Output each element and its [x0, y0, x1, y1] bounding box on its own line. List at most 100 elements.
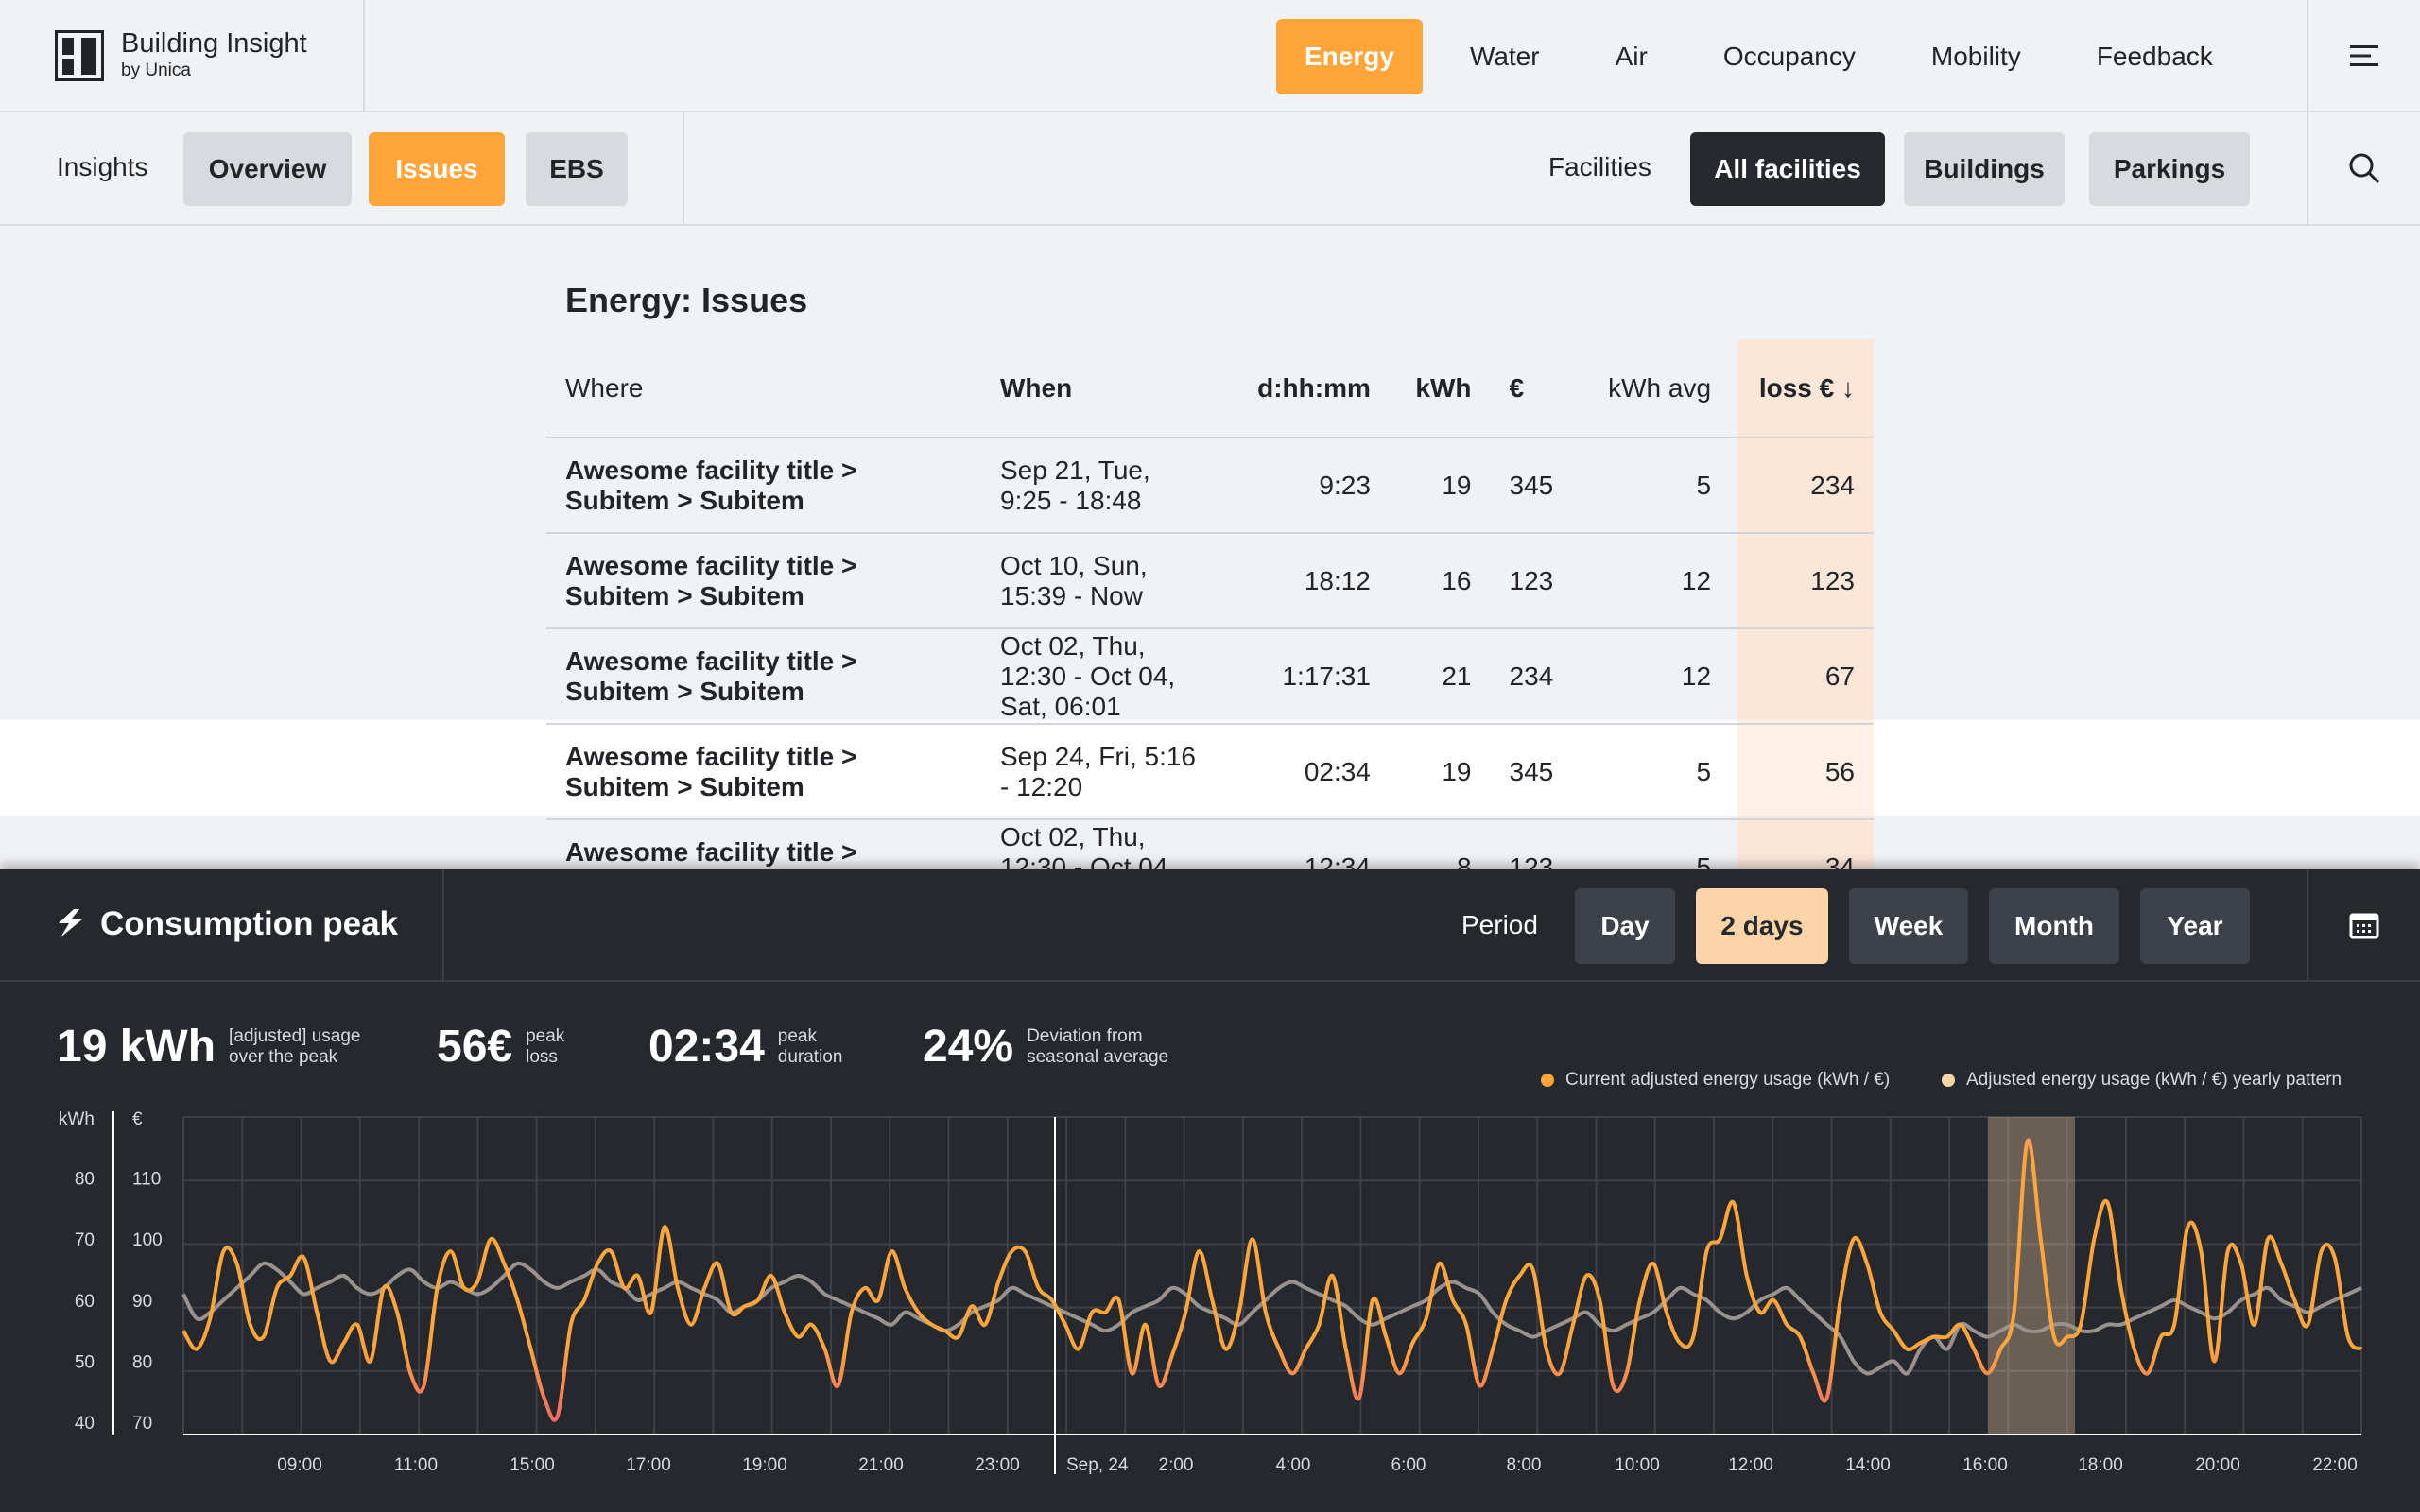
table-row[interactable]: Awesome facility title > Subitem > Subit… — [546, 628, 1874, 725]
y-tick-kwh: 50 — [75, 1352, 95, 1372]
cell-loss: 56 — [1730, 724, 1874, 820]
nav-occupancy[interactable]: Occupancy — [1695, 19, 1884, 94]
x-tick-label: 8:00 — [1507, 1455, 1542, 1475]
menu-button[interactable] — [2307, 0, 2420, 111]
tab-overview[interactable]: Overview — [183, 132, 352, 206]
tab-issues[interactable]: Issues — [369, 132, 505, 206]
cell-eur: 345 — [1490, 438, 1579, 534]
cell-kwh-avg: 12 — [1578, 533, 1731, 629]
y-tick-eur: 100 — [132, 1230, 163, 1250]
nav-feedback[interactable]: Feedback — [2068, 19, 2241, 94]
y-tick-eur: 110 — [132, 1170, 161, 1190]
x-tick-label: 2:00 — [1159, 1455, 1194, 1475]
cell-kwh-avg: 5 — [1578, 819, 1731, 870]
x-tick-label: 23:00 — [975, 1455, 1020, 1475]
cell-loss: 34 — [1730, 819, 1874, 870]
col-loss-sorted[interactable]: loss € ↓ — [1730, 339, 1874, 438]
x-tick-label: 16:00 — [1962, 1455, 2008, 1475]
x-tick-label: 09:00 — [277, 1455, 322, 1475]
y-tick-kwh: 70 — [75, 1230, 95, 1250]
cell-where: Awesome facility title > Subitem > Subit… — [546, 819, 981, 870]
table-row[interactable]: Awesome facility title > Subitem > Subit… — [546, 819, 1874, 870]
y-unit-eur: € — [132, 1109, 143, 1129]
x-tick-label: 19:00 — [742, 1455, 787, 1475]
y-tick-eur: 80 — [132, 1352, 152, 1372]
logo-area[interactable]: Building Insight by Unica — [0, 0, 365, 111]
x-tick-label: 17:00 — [626, 1455, 671, 1475]
x-tick-label: 6:00 — [1392, 1455, 1426, 1475]
insights-tabs: Insights Overview Issues EBS — [0, 112, 684, 224]
logo-icon — [55, 30, 104, 81]
cell-duration: 1:17:31 — [1227, 628, 1390, 725]
cell-when: Oct 02, Thu, 12:30 - Oct 04, Sat, 06:01 — [981, 628, 1227, 725]
y-unit-kwh: kWh — [59, 1109, 95, 1129]
x-tick-label: 15:00 — [510, 1455, 555, 1475]
cell-kwh-avg: 5 — [1578, 438, 1731, 534]
cell-eur: 123 — [1490, 533, 1579, 629]
table-row[interactable]: Awesome facility title > Subitem > Subit… — [546, 533, 1874, 629]
cell-eur: 234 — [1490, 628, 1579, 725]
tab-ebs[interactable]: EBS — [526, 132, 628, 206]
cell-duration: 12:34 — [1227, 819, 1390, 870]
search-icon — [2349, 153, 2380, 184]
col-when[interactable]: When — [981, 339, 1227, 438]
issues-content: Energy: Issues Where When d:hh:mm kWh € … — [0, 228, 2420, 870]
cell-kwh-avg: 5 — [1578, 724, 1731, 820]
table-row[interactable]: Awesome facility title > Subitem > Subit… — [546, 438, 1874, 534]
cell-where: Awesome facility title > Subitem > Subit… — [546, 628, 981, 725]
cell-loss: 234 — [1730, 438, 1874, 534]
cell-kwh-avg: 12 — [1578, 628, 1731, 725]
facilities-label: Facilities — [1548, 152, 1651, 181]
nav-water[interactable]: Water — [1442, 19, 1568, 94]
x-tick-label: 4:00 — [1276, 1455, 1311, 1475]
y-tick-eur: 90 — [132, 1292, 152, 1312]
cell-loss: 123 — [1730, 533, 1874, 629]
x-tick-label: 14:00 — [1845, 1455, 1891, 1475]
col-eur[interactable]: € — [1490, 339, 1579, 438]
insights-label: Insights — [57, 152, 148, 181]
y-tick-kwh: 60 — [75, 1292, 95, 1312]
main-nav: Energy Water Air Occupancy Mobility Feed… — [1276, 19, 2241, 94]
x-tick-label: 22:00 — [2312, 1455, 2358, 1475]
cell-kwh: 21 — [1389, 628, 1491, 725]
cell-eur: 345 — [1490, 724, 1579, 820]
search-button[interactable] — [2307, 112, 2420, 224]
x-tick-label: Sep, 24 — [1066, 1455, 1129, 1475]
col-kwh-avg[interactable]: kWh avg — [1578, 339, 1731, 438]
cell-kwh: 16 — [1389, 533, 1491, 629]
cell-where: Awesome facility title > Subitem > Subit… — [546, 533, 981, 629]
top-bar: Building Insight by Unica Energy Water A… — [0, 0, 2420, 112]
consumption-peak-panel: Consumption peak Period Day 2 days Week … — [0, 869, 2420, 1512]
filter-all-facilities[interactable]: All facilities — [1690, 132, 1885, 206]
nav-energy[interactable]: Energy — [1276, 19, 1423, 94]
filter-buildings[interactable]: Buildings — [1904, 132, 2065, 206]
page-title: Energy: Issues — [565, 281, 808, 319]
issues-table: Where When d:hh:mm kWh € kWh avg loss € … — [546, 339, 1874, 870]
cell-when: Sep 24, Fri, 5:16 - 12:20 — [981, 724, 1227, 820]
col-duration[interactable]: d:hh:mm — [1227, 339, 1390, 438]
consumption-chart[interactable]: kWh €40 70 50 80 60 90 70 100 80 110 09:00 11:00 15:0… — [0, 869, 2420, 1512]
app-subtitle: by Unica — [121, 60, 191, 80]
table-row[interactable]: Awesome facility title > Subitem > Subit… — [546, 724, 1874, 820]
cell-kwh: 19 — [1389, 438, 1491, 534]
cell-duration: 02:34 — [1227, 724, 1390, 820]
hamburger-menu-icon — [2350, 44, 2378, 66]
col-kwh[interactable]: kWh — [1389, 339, 1491, 438]
cell-eur: 123 — [1490, 819, 1579, 870]
cell-when: Oct 10, Sun, 15:39 - Now — [981, 533, 1227, 629]
y-tick-kwh: 80 — [75, 1170, 95, 1190]
cell-kwh: 8 — [1389, 819, 1491, 870]
nav-mobility[interactable]: Mobility — [1903, 19, 2049, 94]
nav-air[interactable]: Air — [1587, 19, 1676, 94]
cell-duration: 9:23 — [1227, 438, 1390, 534]
cell-duration: 18:12 — [1227, 533, 1390, 629]
y-tick-kwh: 40 — [75, 1414, 95, 1434]
sub-nav-bar: Insights Overview Issues EBS Facilities … — [0, 112, 2420, 226]
x-tick-label: 21:00 — [858, 1455, 904, 1475]
col-where[interactable]: Where — [546, 339, 981, 438]
x-tick-label: 18:00 — [2078, 1455, 2123, 1475]
x-tick-label: 10:00 — [1615, 1455, 1660, 1475]
x-tick-label: 20:00 — [2195, 1455, 2240, 1475]
cell-kwh: 19 — [1389, 724, 1491, 820]
filter-parkings[interactable]: Parkings — [2089, 132, 2250, 206]
